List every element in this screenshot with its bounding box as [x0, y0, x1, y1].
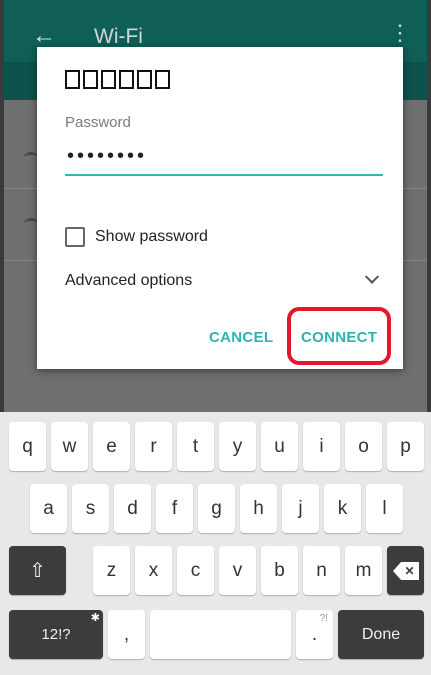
show-password-row[interactable]: Show password — [65, 225, 208, 249]
key-o[interactable]: o — [345, 422, 382, 471]
wifi-signal-icon — [24, 218, 38, 228]
connect-highlight-box — [287, 307, 391, 365]
chevron-down-icon — [364, 269, 380, 284]
key-f[interactable]: f — [156, 484, 193, 533]
key-i[interactable]: i — [303, 422, 340, 471]
comma-key[interactable]: , — [108, 610, 145, 659]
key-x[interactable]: x — [135, 546, 172, 595]
backspace-icon — [392, 561, 419, 580]
password-input[interactable]: •••••••• — [67, 144, 367, 168]
key-q[interactable]: q — [9, 422, 46, 471]
key-v[interactable]: v — [219, 546, 256, 595]
shift-key[interactable]: ⇧ — [9, 546, 66, 595]
wifi-signal-icon — [24, 152, 38, 162]
network-name-glyph — [119, 70, 134, 89]
screen: ← Wi-Fi ⋮ Password •••••••• Show passwor… — [0, 0, 431, 675]
password-label: Password — [65, 114, 131, 131]
key-d[interactable]: d — [114, 484, 151, 533]
done-key[interactable]: Done — [338, 610, 424, 659]
key-w[interactable]: w — [51, 422, 88, 471]
key-p[interactable]: p — [387, 422, 424, 471]
key-r[interactable]: r — [135, 422, 172, 471]
network-name-glyph — [137, 70, 152, 89]
key-s[interactable]: s — [72, 484, 109, 533]
backspace-key[interactable] — [387, 546, 424, 595]
key-u[interactable]: u — [261, 422, 298, 471]
space-bar[interactable] — [150, 610, 291, 659]
period-key-hint: ?! — [319, 613, 328, 624]
cancel-button[interactable]: CANCEL — [209, 329, 273, 346]
key-h[interactable]: h — [240, 484, 277, 533]
show-password-checkbox[interactable] — [65, 227, 85, 247]
settings-gear-icon: ✱ — [90, 612, 100, 624]
key-c[interactable]: c — [177, 546, 214, 595]
done-key-label: Done — [361, 625, 401, 643]
key-k[interactable]: k — [324, 484, 361, 533]
network-name-glyph — [101, 70, 116, 89]
key-g[interactable]: g — [198, 484, 235, 533]
period-key[interactable]: ?! . — [296, 610, 333, 659]
password-input-underline — [65, 174, 383, 176]
arrow-back-icon[interactable]: ← — [32, 22, 56, 50]
symbols-key-label: 12!? — [41, 626, 71, 643]
network-name-glyph — [155, 70, 170, 89]
key-t[interactable]: t — [177, 422, 214, 471]
network-name-title — [65, 70, 170, 96]
key-y[interactable]: y — [219, 422, 256, 471]
soft-keyboard: q w e r t y u i o p a s d f g h j k l ⇧ … — [0, 412, 431, 675]
network-name-glyph — [83, 70, 98, 89]
key-l[interactable]: l — [366, 484, 403, 533]
key-m[interactable]: m — [345, 546, 382, 595]
key-z[interactable]: z — [93, 546, 130, 595]
shift-icon: ⇧ — [29, 560, 46, 582]
key-n[interactable]: n — [303, 546, 340, 595]
key-j[interactable]: j — [282, 484, 319, 533]
key-b[interactable]: b — [261, 546, 298, 595]
advanced-options-row[interactable]: Advanced options — [65, 269, 383, 293]
network-name-glyph — [65, 70, 80, 89]
show-password-label: Show password — [95, 228, 208, 245]
overflow-menu-icon[interactable]: ⋮ — [389, 22, 411, 44]
key-a[interactable]: a — [30, 484, 67, 533]
page-title: Wi-Fi — [94, 25, 143, 48]
comma-key-label: , — [123, 623, 130, 645]
period-key-label: . — [311, 623, 318, 645]
key-e[interactable]: e — [93, 422, 130, 471]
wifi-password-dialog: Password •••••••• Show password Advanced… — [37, 47, 403, 369]
symbols-key[interactable]: ✱ 12!? — [9, 610, 103, 659]
advanced-options-label: Advanced options — [65, 272, 193, 289]
